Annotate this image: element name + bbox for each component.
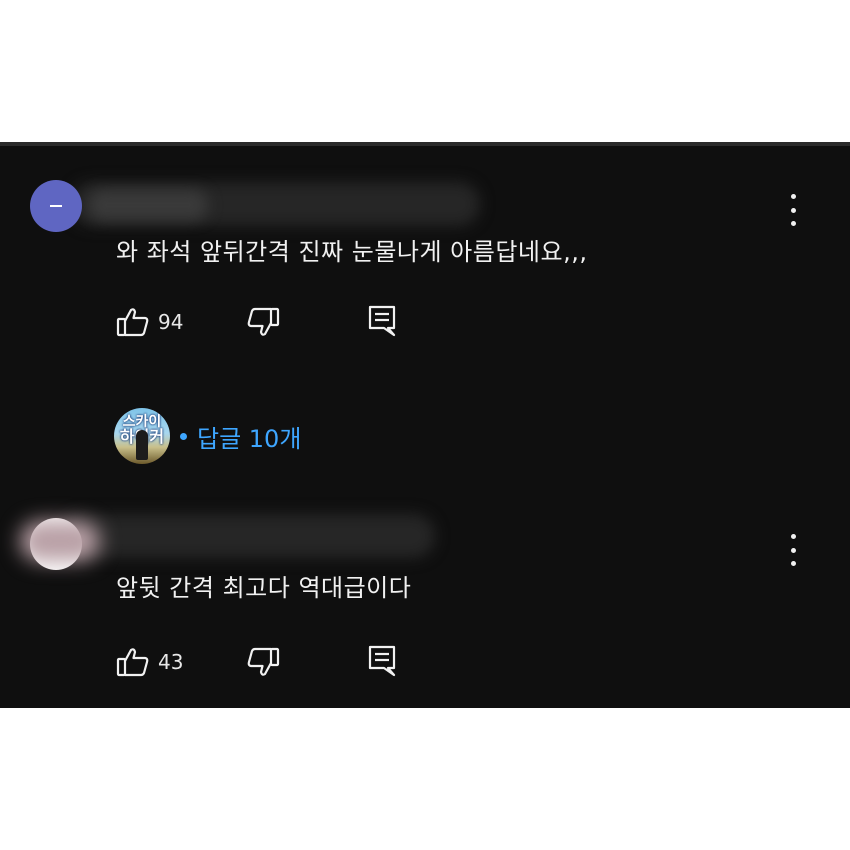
comments-panel: 와 좌석 앞뒤간격 진짜 눈물나게 아름답네요,,, 94 스카이 답글 10개… — [0, 142, 850, 708]
like-button[interactable]: 43 — [116, 646, 183, 678]
thumbs-down-icon — [246, 306, 280, 338]
comment-text: 와 좌석 앞뒤간격 진짜 눈물나게 아름답네요,,, — [116, 238, 588, 266]
thumbs-up-icon — [116, 646, 150, 678]
redacted-username-highlight — [88, 190, 208, 220]
dislike-button[interactable] — [246, 646, 280, 678]
reply-button[interactable] — [366, 644, 398, 678]
redacted-avatar-blur — [20, 521, 100, 561]
dislike-button[interactable] — [246, 306, 280, 338]
creator-avatar[interactable]: 스카이 하이커 — [114, 408, 170, 464]
view-replies-link[interactable]: 답글 10개 — [180, 419, 301, 454]
like-button[interactable]: 94 — [116, 306, 183, 338]
thumbs-up-icon — [116, 306, 150, 338]
more-options-icon[interactable] — [783, 194, 803, 226]
comment-icon — [366, 304, 398, 338]
like-count: 43 — [158, 650, 184, 674]
more-options-icon[interactable] — [783, 534, 803, 566]
person-silhouette — [136, 430, 148, 460]
comment-icon — [366, 644, 398, 678]
replies-count-label: 답글 10개 — [197, 425, 302, 453]
dash-icon — [50, 205, 62, 207]
avatar[interactable] — [30, 180, 82, 232]
bullet-dot-icon — [180, 433, 187, 440]
redacted-username — [60, 514, 435, 558]
thumbs-down-icon — [246, 646, 280, 678]
like-count: 94 — [158, 310, 184, 334]
comment-text: 앞뒷 간격 최고다 역대급이다 — [116, 574, 412, 602]
reply-button[interactable] — [366, 304, 398, 338]
